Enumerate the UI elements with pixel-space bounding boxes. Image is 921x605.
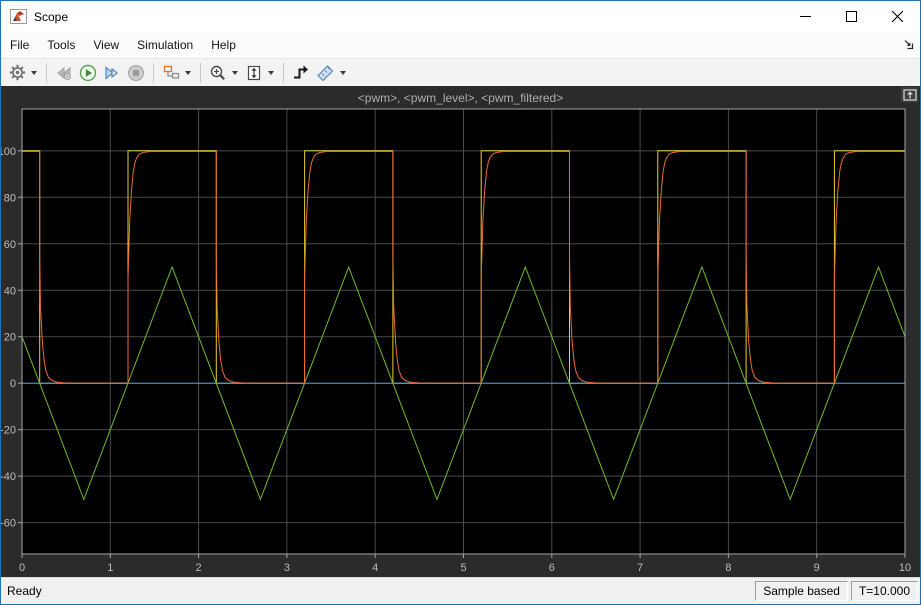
matlab-scope-icon bbox=[10, 9, 27, 24]
plot-title: <pwm>, <pwm_level>, <pwm_filtered> bbox=[1, 91, 920, 105]
toolbar bbox=[1, 58, 920, 86]
window-controls bbox=[782, 1, 920, 32]
x-tick-label: 3 bbox=[284, 562, 290, 574]
y-tick-label: -20 bbox=[1, 425, 16, 437]
y-tick-label: 0 bbox=[10, 378, 16, 390]
stop-button[interactable] bbox=[124, 61, 148, 85]
toolbar-separator bbox=[283, 63, 284, 83]
step-forward-icon bbox=[103, 65, 121, 81]
x-tick-label: 2 bbox=[196, 562, 202, 574]
maximize-icon bbox=[846, 11, 857, 22]
y-tick-label: 100 bbox=[1, 146, 16, 158]
close-icon bbox=[892, 11, 903, 22]
step-back-icon bbox=[55, 65, 73, 81]
status-message: Ready bbox=[7, 584, 752, 598]
menu-tools[interactable]: Tools bbox=[38, 34, 84, 56]
stop-icon bbox=[127, 64, 145, 82]
maximize-axes-button[interactable] bbox=[901, 87, 918, 102]
menu-help[interactable]: Help bbox=[202, 34, 245, 56]
x-tick-label: 1 bbox=[107, 562, 113, 574]
x-tick-label: 5 bbox=[460, 562, 466, 574]
trigger-button[interactable] bbox=[289, 61, 313, 85]
measurements-dropdown-caret[interactable] bbox=[340, 71, 346, 75]
menu-view[interactable]: View bbox=[84, 34, 128, 56]
window-title: Scope bbox=[34, 10, 68, 24]
ruler-icon bbox=[316, 64, 335, 81]
y-tick-label: -40 bbox=[1, 471, 16, 483]
zoom-in-button[interactable] bbox=[206, 61, 230, 85]
step-back-button[interactable] bbox=[52, 61, 76, 85]
scope-window: Scope File Tools View Simulation Help bbox=[0, 0, 921, 605]
trigger-icon bbox=[292, 64, 310, 81]
x-tick-label: 6 bbox=[549, 562, 555, 574]
sample-mode-indicator: Sample based bbox=[755, 581, 848, 601]
toolbar-separator bbox=[153, 63, 154, 83]
fit-to-view-button[interactable] bbox=[242, 61, 266, 85]
x-tick-label: 7 bbox=[637, 562, 643, 574]
configuration-dropdown-caret[interactable] bbox=[31, 71, 37, 75]
y-tick-label: 80 bbox=[4, 192, 16, 204]
title-bar[interactable]: Scope bbox=[1, 1, 920, 32]
simulink-blocks-dropdown-caret[interactable] bbox=[185, 71, 191, 75]
minimize-button[interactable] bbox=[782, 1, 828, 32]
x-tick-label: 10 bbox=[899, 562, 911, 574]
configuration-button[interactable] bbox=[5, 61, 29, 85]
zoom-dropdown-caret[interactable] bbox=[232, 71, 238, 75]
menu-simulation[interactable]: Simulation bbox=[128, 34, 202, 56]
measurements-button[interactable] bbox=[313, 61, 338, 85]
status-bar: Ready Sample based T=10.000 bbox=[1, 577, 920, 604]
toolbar-separator bbox=[46, 63, 47, 83]
x-tick-label: 0 bbox=[19, 562, 25, 574]
y-tick-label: 40 bbox=[4, 285, 16, 297]
step-forward-button[interactable] bbox=[100, 61, 124, 85]
x-tick-label: 9 bbox=[814, 562, 820, 574]
close-button[interactable] bbox=[874, 1, 920, 32]
toolbar-separator bbox=[200, 63, 201, 83]
scope-display: <pwm>, <pwm_level>, <pwm_filtered> 0 1 2 3 4… bbox=[1, 86, 920, 577]
minimize-icon bbox=[800, 11, 811, 22]
scope-plot-canvas[interactable]: 0 1 2 3 4 5 6 7 8 9 10 -60 -40 -20 0 20 40 60 80 100 bbox=[1, 86, 920, 577]
run-icon bbox=[79, 64, 97, 82]
y-tick-label: -60 bbox=[1, 518, 16, 530]
simulation-time-indicator: T=10.000 bbox=[851, 581, 918, 601]
fit-to-view-icon bbox=[245, 64, 263, 82]
gear-icon bbox=[9, 64, 26, 81]
highlight-simulink-block-button[interactable] bbox=[159, 61, 183, 85]
y-tick-label: 20 bbox=[4, 332, 16, 344]
fit-dropdown-caret[interactable] bbox=[268, 71, 274, 75]
maximize-axes-icon bbox=[903, 89, 917, 101]
simulink-blocks-icon bbox=[162, 64, 180, 81]
run-button[interactable] bbox=[76, 61, 100, 85]
zoom-in-icon bbox=[209, 64, 227, 82]
menu-bar: File Tools View Simulation Help bbox=[1, 32, 920, 58]
y-tick-label: 60 bbox=[4, 239, 16, 251]
x-tick-label: 4 bbox=[372, 562, 378, 574]
maximize-button[interactable] bbox=[828, 1, 874, 32]
menu-file[interactable]: File bbox=[1, 34, 38, 56]
dock-scope-icon[interactable] bbox=[903, 39, 914, 53]
x-tick-label: 8 bbox=[725, 562, 731, 574]
